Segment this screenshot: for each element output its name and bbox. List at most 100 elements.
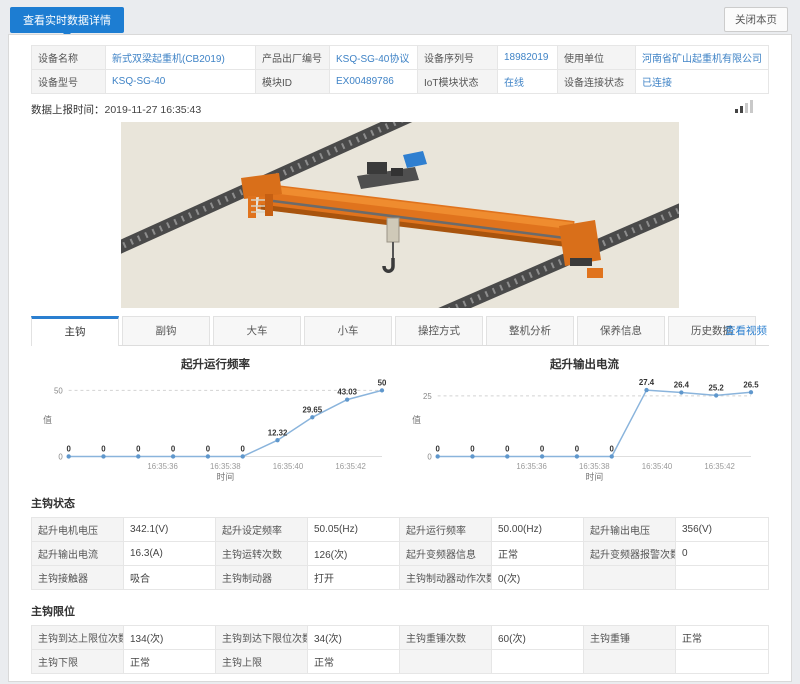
top-bar: 查看实时数据详情 关闭本页 xyxy=(0,0,800,34)
tab-1[interactable]: 主钩 xyxy=(31,316,119,346)
field-label: 模块ID xyxy=(256,70,330,94)
svg-text:0: 0 xyxy=(610,445,615,454)
field-value: 正常 xyxy=(308,650,400,674)
field-value: 新式双梁起重机(CB2019) xyxy=(106,46,256,70)
report-time-row: 数据上报时间：2019-11-27 16:35:43 xyxy=(31,102,769,120)
field-label: 设备型号 xyxy=(32,70,106,94)
field-value: 正常 xyxy=(124,650,216,674)
main-hook-status-heading: 主钩状态 xyxy=(31,495,769,511)
svg-text:16:35:36: 16:35:36 xyxy=(516,462,547,471)
svg-text:0: 0 xyxy=(136,445,141,454)
field-label: 设备序列号 xyxy=(418,46,498,70)
svg-text:0: 0 xyxy=(101,445,106,454)
chart-title: 起升运行频率 xyxy=(31,356,400,372)
close-page-button[interactable]: 关闭本页 xyxy=(724,7,788,32)
view-video-link[interactable]: 查看视频 xyxy=(725,323,767,338)
table-row: 起升输出电流16.3(A)主钩运转次数126(次)起升变频器信息正常起升变频器报… xyxy=(32,542,769,566)
svg-text:值: 值 xyxy=(412,414,421,425)
report-time-value: 2019-11-27 16:35:43 xyxy=(105,104,202,116)
field-label: 起升输出电压 xyxy=(584,518,676,542)
table-row: 设备名称新式双梁起重机(CB2019)产品出厂编号KSQ-SG-40协议设备序列… xyxy=(32,46,769,70)
report-time-label: 数据上报时间： xyxy=(31,104,105,116)
field-label xyxy=(584,566,676,590)
svg-text:0: 0 xyxy=(58,452,63,461)
detail-card: 设备名称新式双梁起重机(CB2019)产品出厂编号KSQ-SG-40协议设备序列… xyxy=(8,34,792,682)
chart-2: 起升输出电流 25 0 值 16:35:36 16:35:38 16:35:40 16:35:… xyxy=(400,352,769,482)
table-row: 主钩下限正常主钩上限正常 xyxy=(32,650,769,674)
tab-3[interactable]: 大车 xyxy=(213,316,301,345)
field-value: 打开 xyxy=(308,566,400,590)
svg-text:0: 0 xyxy=(66,445,71,454)
svg-text:时间: 时间 xyxy=(216,471,234,482)
field-label xyxy=(400,650,492,674)
svg-text:27.4: 27.4 xyxy=(639,378,655,387)
svg-text:50: 50 xyxy=(54,386,63,395)
field-label: 主钩制动器 xyxy=(216,566,308,590)
field-value: 126(次) xyxy=(308,542,400,566)
field-label: 主钩重锤次数 xyxy=(400,626,492,650)
main-hook-limit-table: 主钩到达上限位次数134(次)主钩到达下限位次数34(次)主钩重锤次数60(次)… xyxy=(31,625,769,674)
chart-plot: 25 0 值 16:35:36 16:35:38 16:35:40 16:35:42 时间 0 0… xyxy=(400,372,769,482)
svg-text:25.2: 25.2 xyxy=(709,384,725,393)
tab-7[interactable]: 保养信息 xyxy=(577,316,665,345)
svg-text:0: 0 xyxy=(171,445,176,454)
svg-text:时间: 时间 xyxy=(585,471,603,482)
svg-text:0: 0 xyxy=(505,445,510,454)
svg-text:26.5: 26.5 xyxy=(743,380,759,389)
svg-text:43.03: 43.03 xyxy=(337,388,357,397)
tab-4[interactable]: 小车 xyxy=(304,316,392,345)
table-row: 主钩到达上限位次数134(次)主钩到达下限位次数34(次)主钩重锤次数60(次)… xyxy=(32,626,769,650)
field-label: 主钩上限 xyxy=(216,650,308,674)
field-value: KSQ-SG-40协议 xyxy=(330,46,418,70)
svg-text:0: 0 xyxy=(470,445,475,454)
device-info-table: 设备名称新式双梁起重机(CB2019)产品出厂编号KSQ-SG-40协议设备序列… xyxy=(31,45,769,94)
signal-icon[interactable] xyxy=(735,100,753,116)
chart-title: 起升输出电流 xyxy=(400,356,769,372)
table-row: 设备型号KSQ-SG-40模块IDEX00489786IoT模块状态在线设备连接… xyxy=(32,70,769,94)
field-label: IoT模块状态 xyxy=(418,70,498,94)
field-label: 主钩接触器 xyxy=(32,566,124,590)
field-value xyxy=(676,566,769,590)
field-label xyxy=(584,650,676,674)
svg-text:0: 0 xyxy=(575,445,580,454)
crane-illustration xyxy=(121,122,679,308)
field-label: 主钩到达上限位次数 xyxy=(32,626,124,650)
field-value: 在线 xyxy=(498,70,558,94)
field-value: 50.00(Hz) xyxy=(492,518,584,542)
svg-text:0: 0 xyxy=(540,445,545,454)
hook-block xyxy=(387,218,399,242)
field-value: 16.3(A) xyxy=(124,542,216,566)
field-label: 主钩重锤 xyxy=(584,626,676,650)
svg-text:25: 25 xyxy=(423,392,432,401)
field-value: 0(次) xyxy=(492,566,584,590)
tab-5[interactable]: 操控方式 xyxy=(395,316,483,345)
view-realtime-data-button[interactable]: 查看实时数据详情 xyxy=(10,7,124,33)
field-label: 起升变频器报警次数 xyxy=(584,542,676,566)
svg-text:16:35:40: 16:35:40 xyxy=(273,462,304,471)
field-label: 设备连接状态 xyxy=(558,70,636,94)
field-label: 使用单位 xyxy=(558,46,636,70)
field-label: 主钩制动器动作次数 xyxy=(400,566,492,590)
field-value: 342.1(V) xyxy=(124,518,216,542)
chart-1: 起升运行频率500值16:35:3616:35:3816:35:4016:35:… xyxy=(31,352,400,482)
field-value: 正常 xyxy=(492,542,584,566)
field-value: 吸合 xyxy=(124,566,216,590)
field-value: 50.05(Hz) xyxy=(308,518,400,542)
svg-text:16:35:40: 16:35:40 xyxy=(642,462,673,471)
field-value: EX00489786 xyxy=(330,70,418,94)
svg-text:26.4: 26.4 xyxy=(674,381,690,390)
chart-plot: 500值16:35:3616:35:3816:35:4016:35:42时间00… xyxy=(31,372,400,482)
tab-2[interactable]: 副钩 xyxy=(122,316,210,345)
svg-text:0: 0 xyxy=(241,445,246,454)
svg-text:16:35:38: 16:35:38 xyxy=(579,462,610,471)
field-value: 已连接 xyxy=(636,70,769,94)
field-value: 134(次) xyxy=(124,626,216,650)
svg-text:50: 50 xyxy=(378,378,387,387)
svg-text:0: 0 xyxy=(427,452,432,461)
field-value: KSQ-SG-40 xyxy=(106,70,256,94)
field-label: 起升输出电流 xyxy=(32,542,124,566)
field-label: 起升电机电压 xyxy=(32,518,124,542)
svg-text:16:35:36: 16:35:36 xyxy=(147,462,178,471)
tab-6[interactable]: 整机分析 xyxy=(486,316,574,345)
svg-text:16:35:42: 16:35:42 xyxy=(704,462,735,471)
